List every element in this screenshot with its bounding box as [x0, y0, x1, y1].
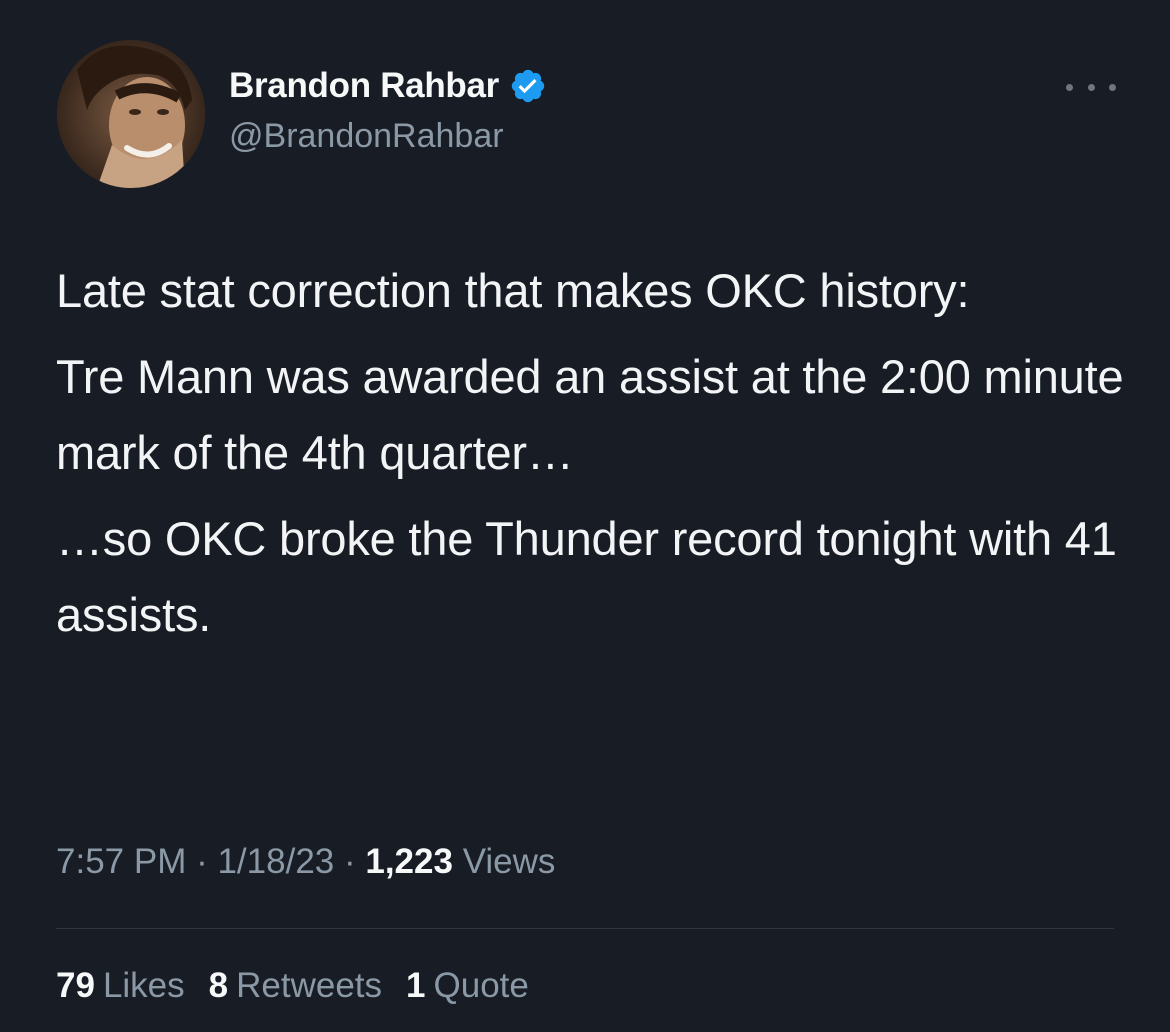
meta-separator: · — [334, 842, 366, 881]
retweets-count: 8 — [208, 966, 229, 1005]
more-dot — [1066, 83, 1073, 91]
likes-count: 79 — [56, 966, 95, 1005]
tweet-paragraph: Tre Mann was awarded an assist at the 2:… — [56, 350, 1124, 479]
divider — [56, 928, 1114, 929]
tweet-paragraph: Late stat correction that makes OKC hist… — [56, 264, 970, 317]
retweets-label: Retweets — [236, 966, 383, 1005]
author-name-row: Brandon Rahbar — [229, 64, 547, 108]
views-count: 1,223 — [365, 842, 453, 881]
likes-label: Likes — [102, 966, 185, 1005]
likes-stat[interactable]: 79 Likes — [56, 966, 185, 1006]
views-label: Views — [462, 842, 556, 881]
tweet-meta: 7:57 PM · 1/18/23 · 1,223 Views — [56, 842, 555, 882]
tweet-time[interactable]: 7:57 PM — [56, 842, 186, 881]
quotes-count: 1 — [406, 966, 426, 1005]
retweets-stat[interactable]: 8 Retweets — [209, 966, 382, 1006]
engagement-stats: 79 Likes 8 Retweets 1 Quote — [56, 966, 529, 1006]
quotes-label: Quote — [433, 966, 529, 1005]
tweet-date[interactable]: 1/18/23 — [217, 842, 334, 881]
more-dot — [1109, 83, 1116, 91]
tweet-card: Brandon Rahbar @BrandonRahbar Late stat … — [0, 0, 1170, 1032]
more-dot — [1087, 83, 1095, 91]
author-display-name[interactable]: Brandon Rahbar — [229, 66, 499, 106]
more-options-icon[interactable] — [1066, 72, 1116, 102]
verified-badge-icon — [509, 67, 547, 105]
meta-separator: · — [186, 842, 218, 881]
quotes-stat[interactable]: 1 Quote — [406, 966, 529, 1006]
avatar[interactable] — [57, 40, 205, 188]
tweet-paragraph: …so OKC broke the Thunder record tonight… — [56, 512, 1117, 641]
avatar-image — [57, 40, 205, 188]
tweet-text: Late stat correction that makes OKC hist… — [56, 253, 1136, 663]
author-handle[interactable]: @BrandonRahbar — [229, 117, 504, 156]
